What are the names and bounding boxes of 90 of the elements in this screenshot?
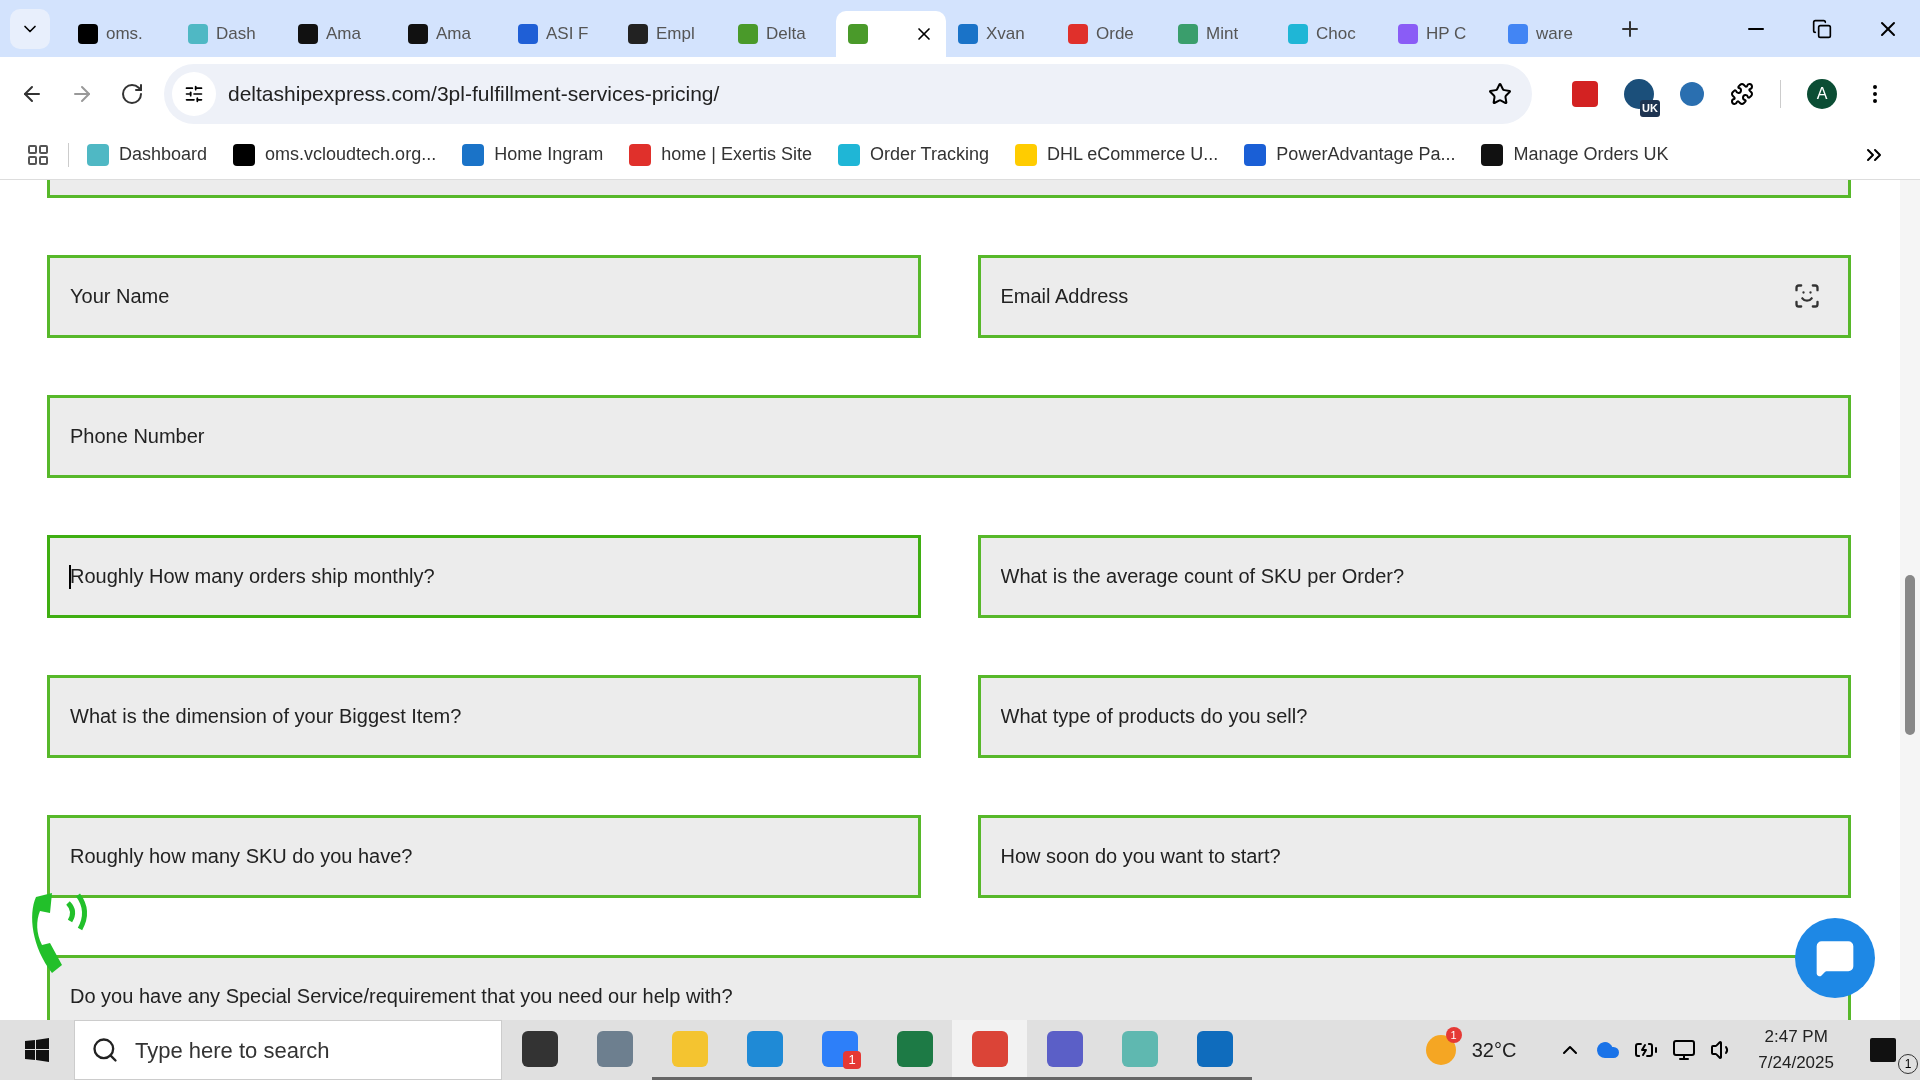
- url-text: deltashipexpress.com/3pl-fulfillment-services-pricing/: [228, 80, 720, 107]
- site-icon: [1508, 24, 1528, 44]
- app-icon: [1121, 1030, 1158, 1067]
- network-icon[interactable]: [1672, 1038, 1697, 1062]
- bookmark[interactable]: Dashboard: [87, 141, 208, 168]
- browser-tab[interactable]: oms.: [66, 11, 176, 57]
- app-icon: [1046, 1030, 1083, 1067]
- reload-icon[interactable]: [120, 81, 144, 106]
- windows-icon: [25, 1038, 49, 1062]
- app-icon: [896, 1030, 933, 1067]
- bookmark[interactable]: home | Exertis Site: [629, 141, 812, 168]
- input-field[interactable]: Roughly How many orders ship monthly?: [47, 535, 921, 618]
- site-icon: [78, 24, 98, 44]
- input-field[interactable]: Do you have any Special Service/requirement that you need our help with?: [47, 955, 1851, 1020]
- site-icon: [837, 143, 860, 166]
- input-field[interactable]: What is the dimension of your Biggest Item?: [47, 675, 921, 758]
- site-icon: [1068, 24, 1088, 44]
- site-icon: [408, 24, 428, 44]
- app-icon: [521, 1030, 558, 1067]
- browser-tab[interactable]: Orde: [1056, 11, 1166, 57]
- site-icon: [298, 24, 318, 44]
- site-icon: [518, 24, 538, 44]
- temperature[interactable]: 32°C: [1471, 1035, 1517, 1065]
- site-icon: [848, 24, 868, 44]
- site-icon: [629, 143, 652, 166]
- notification-badge: 1: [843, 1051, 861, 1069]
- input-field[interactable]: [47, 180, 1851, 198]
- app-icon: [746, 1030, 783, 1067]
- app-icon: [1196, 1030, 1233, 1067]
- site-icon: [188, 24, 208, 44]
- notification-count: 1: [1898, 1054, 1918, 1074]
- bookmark[interactable]: Order Tracking: [837, 141, 989, 168]
- app-icon: [671, 1030, 708, 1067]
- site-icon: [1178, 24, 1198, 44]
- input-field[interactable]: Roughly how many SKU do you have?: [47, 815, 921, 898]
- input-field[interactable]: What is the average count of SKU per Order?: [977, 535, 1851, 618]
- site-icon: [1481, 143, 1504, 166]
- notification-badge: 1: [1445, 1027, 1462, 1043]
- extension-icon[interactable]: [1572, 80, 1598, 107]
- browser-tab[interactable]: Delta: [726, 11, 836, 57]
- search-icon: [91, 1036, 119, 1064]
- taskbar-app[interactable]: 1: [802, 1020, 877, 1080]
- site-icon: [1288, 24, 1308, 44]
- input-field[interactable]: Email Address: [977, 255, 1851, 338]
- browser-tab[interactable]: ware: [1496, 11, 1606, 57]
- bookmark[interactable]: Manage Orders UK: [1481, 141, 1669, 168]
- profile-avatar[interactable]: A: [1807, 78, 1837, 109]
- extension-badge: UK: [1640, 100, 1660, 117]
- restore-icon[interactable]: [1812, 18, 1832, 39]
- browser-tab[interactable]: HP C: [1386, 11, 1496, 57]
- input-field[interactable]: How soon do you want to start?: [977, 815, 1851, 898]
- apps-icon[interactable]: [26, 142, 50, 167]
- bookmark[interactable]: PowerAdvantage Pa...: [1244, 141, 1456, 168]
- address-bar[interactable]: deltashipexpress.com/3pl-fulfillment-services-pricing/: [164, 63, 1532, 124]
- site-settings-icon[interactable]: [172, 71, 216, 116]
- site-icon: [87, 143, 109, 166]
- scrollbar[interactable]: [1900, 180, 1920, 1020]
- site-icon: [628, 24, 648, 44]
- browser-tab[interactable]: Empl: [616, 11, 726, 57]
- site-icon: [1244, 143, 1267, 166]
- app-icon: [596, 1030, 633, 1067]
- browser-tab[interactable]: Choc: [1276, 11, 1386, 57]
- app-icon: [971, 1030, 1008, 1067]
- chat-icon: [1815, 938, 1855, 978]
- contact-icon[interactable]: [1793, 282, 1821, 310]
- input-field[interactable]: Phone Number: [47, 395, 1851, 478]
- browser-tab[interactable]: Xvan: [946, 11, 1056, 57]
- site-icon: [738, 24, 758, 44]
- site-icon: [1398, 24, 1418, 44]
- browser-tab[interactable]: Mint: [1166, 11, 1276, 57]
- text-cursor: [69, 565, 71, 589]
- extensions-icon[interactable]: [1730, 81, 1754, 106]
- bookmark-star-icon[interactable]: [1488, 81, 1512, 106]
- browser-tab[interactable]: Dash: [176, 11, 286, 57]
- taskbar-app[interactable]: [952, 1020, 1027, 1080]
- browser-tab[interactable]: ASI F: [506, 11, 616, 57]
- clock[interactable]: 2:47 PM 7/24/2025: [1758, 1024, 1834, 1076]
- site-icon: [1015, 143, 1037, 166]
- browser-tab[interactable]: Ama: [286, 11, 396, 57]
- bookmark[interactable]: oms.vcloudtech.org...: [233, 141, 437, 168]
- taskbar-search-field[interactable]: Type here to search: [74, 1020, 502, 1080]
- input-field[interactable]: Your Name: [47, 255, 921, 338]
- extension-icon[interactable]: [1680, 81, 1704, 106]
- site-icon: [958, 24, 978, 44]
- site-icon: [462, 143, 485, 166]
- input-field[interactable]: What type of products do you sell?: [977, 675, 1851, 758]
- site-icon: [233, 143, 256, 166]
- bookmark[interactable]: Home Ingram: [462, 141, 604, 168]
- browser-tab[interactable]: Ama: [396, 11, 506, 57]
- bookmark[interactable]: DHL eCommerce U...: [1015, 141, 1219, 168]
